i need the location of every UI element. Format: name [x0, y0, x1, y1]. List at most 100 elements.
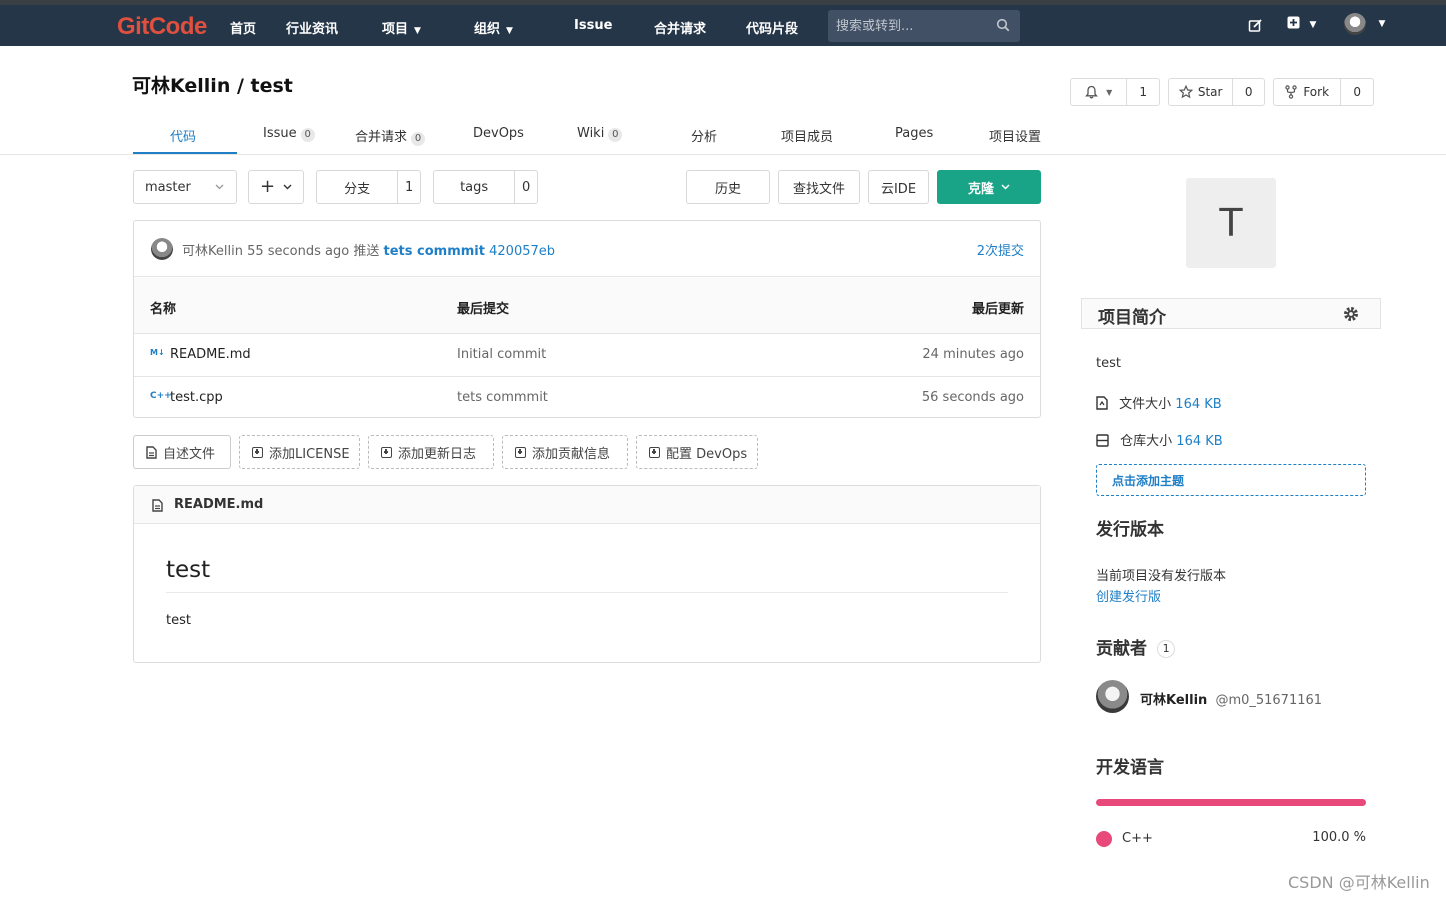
nav-snippets-label: 代码片段: [746, 22, 799, 37]
file-last-commit[interactable]: tets commmit: [457, 390, 548, 405]
configure-devops-label: 配置 DevOps: [666, 446, 748, 462]
fork-count[interactable]: 0: [1340, 79, 1373, 105]
gear-icon[interactable]: [1342, 305, 1360, 323]
branches-count: 1: [397, 171, 420, 203]
file-name-link[interactable]: test.cpp: [170, 390, 223, 405]
create-release-link[interactable]: 创建发行版: [1096, 586, 1161, 605]
readme-file-button[interactable]: 自述文件: [133, 435, 231, 469]
nav-home[interactable]: 首页: [230, 18, 256, 37]
nav-issue[interactable]: Issue: [574, 18, 612, 33]
tags-label: tags: [460, 179, 489, 195]
branch-select[interactable]: master: [133, 170, 237, 204]
nav-home-label: 首页: [230, 22, 257, 37]
branches-button[interactable]: 分支 1: [316, 170, 421, 204]
tab-code-label: 代码: [170, 130, 197, 145]
add-topic-button[interactable]: 点击添加主题: [1096, 464, 1366, 496]
cloud-ide-button[interactable]: 云IDE: [868, 170, 929, 204]
chevron-down-icon: [215, 184, 224, 190]
readme-header: README.md: [134, 486, 1040, 524]
search-icon[interactable]: [996, 18, 1010, 32]
add-dropdown-button[interactable]: +: [248, 170, 304, 204]
readme-body-text: test: [166, 613, 191, 628]
tab-code[interactable]: 代码: [170, 126, 196, 145]
tab-analytics[interactable]: 分析: [691, 126, 717, 145]
add-license-button[interactable]: 添加LICENSE: [239, 435, 360, 469]
nav-projects-label: 项目: [382, 22, 409, 37]
history-button[interactable]: 历史: [686, 170, 770, 204]
tab-settings[interactable]: 项目设置: [989, 126, 1041, 145]
commit-author-avatar[interactable]: [151, 238, 173, 260]
add-contributing-button[interactable]: 添加贡献信息: [502, 435, 628, 469]
clone-button[interactable]: 克隆: [937, 170, 1041, 204]
star-count[interactable]: 0: [1232, 79, 1264, 105]
commits-count-link[interactable]: 2次提交: [977, 240, 1024, 259]
tab-merge-requests-count: 0: [411, 132, 426, 146]
file-size-value: 164 KB: [1175, 397, 1222, 412]
create-new-dropdown[interactable]: ▼: [1287, 16, 1316, 33]
edit-icon[interactable]: [1248, 18, 1263, 33]
readme-filename: README.md: [174, 497, 264, 512]
user-menu[interactable]: ▼: [1344, 13, 1385, 35]
tab-members[interactable]: 项目成员: [781, 126, 833, 145]
star-icon: [1178, 85, 1193, 99]
column-last-update-header: 最后更新: [971, 302, 1024, 317]
contributor-handle: @m0_51671161: [1215, 693, 1323, 708]
plus-square-icon: [515, 446, 526, 458]
tab-pages[interactable]: Pages: [895, 126, 933, 141]
nav-industry-news[interactable]: 行业资讯: [286, 18, 338, 37]
no-release-text: 当前项目没有发行版本: [1096, 569, 1227, 584]
contributor-avatar[interactable]: [1096, 680, 1129, 713]
database-icon: [1096, 434, 1109, 447]
star-button[interactable]: Star: [1169, 79, 1232, 105]
branch-select-value: master: [145, 179, 191, 195]
chevron-down-icon: [1001, 184, 1010, 190]
tab-devops[interactable]: DevOps: [473, 126, 524, 141]
chevron-down-icon: ▼: [1106, 87, 1113, 97]
chevron-down-icon: ▼: [506, 26, 513, 36]
add-license-label: 添加LICENSE: [269, 446, 350, 462]
project-title[interactable]: 可林Kellin / test: [132, 71, 293, 98]
commit-sha-link[interactable]: 420057eb: [489, 244, 555, 259]
column-last-commit-header: 最后提交: [457, 302, 510, 317]
fork-icon: [1285, 85, 1298, 99]
last-commit-row: 可林Kellin 55 seconds ago 推送 tets commmit …: [134, 221, 1040, 277]
find-file-button[interactable]: 查找文件: [778, 170, 860, 204]
fork-button[interactable]: Fork: [1274, 79, 1340, 105]
nav-snippets[interactable]: 代码片段: [746, 18, 798, 37]
releases-title: 发行版本: [1096, 520, 1164, 540]
tab-settings-label: 项目设置: [989, 130, 1042, 145]
gitcode-logo[interactable]: GitCode: [117, 13, 207, 41]
contributor-name[interactable]: 可林Kellin: [1140, 693, 1207, 708]
table-row[interactable]: M↓ README.md Initial commit 24 minutes a…: [134, 334, 1040, 376]
contributors-title: 贡献者: [1096, 639, 1147, 659]
file-name-link[interactable]: README.md: [170, 347, 251, 362]
watch-button[interactable]: ▼: [1071, 79, 1126, 105]
plus-square-icon: [381, 446, 392, 458]
tab-wiki[interactable]: Wiki 0: [577, 126, 623, 142]
language-name: C++: [1122, 831, 1153, 846]
file-last-commit[interactable]: Initial commit: [457, 347, 546, 362]
tags-button[interactable]: tags 0: [433, 170, 538, 204]
project-description: test: [1096, 356, 1121, 371]
repo-size-label: 仓库大小: [1120, 434, 1173, 449]
search-box: [828, 10, 1020, 42]
configure-devops-button[interactable]: 配置 DevOps: [636, 435, 758, 469]
add-changelog-button[interactable]: 添加更新日志: [368, 435, 494, 469]
search-input[interactable]: [836, 17, 986, 35]
file-size-info: 文件大小 164 KB: [1096, 393, 1222, 412]
commit-author[interactable]: 可林Kellin: [182, 244, 243, 259]
contributors-header: 贡献者 1: [1096, 634, 1176, 659]
commit-message-link[interactable]: tets commmit: [384, 244, 485, 259]
tab-issue[interactable]: Issue 0: [263, 126, 315, 142]
file-size-label: 文件大小: [1119, 397, 1172, 412]
nav-projects[interactable]: 项目 ▼: [382, 18, 421, 37]
tab-merge-requests[interactable]: 合并请求 0: [355, 126, 426, 146]
nav-merge-requests[interactable]: 合并请求: [654, 18, 706, 37]
add-changelog-label: 添加更新日志: [398, 446, 477, 462]
table-row[interactable]: C++ test.cpp tets commmit 56 seconds ago: [134, 376, 1040, 418]
file-last-updated: 24 minutes ago: [922, 347, 1024, 362]
nav-issue-label: Issue: [574, 18, 613, 33]
nav-groups[interactable]: 组织 ▼: [474, 18, 513, 37]
repo-size-value: 164 KB: [1176, 434, 1223, 449]
watch-count[interactable]: 1: [1126, 79, 1159, 105]
